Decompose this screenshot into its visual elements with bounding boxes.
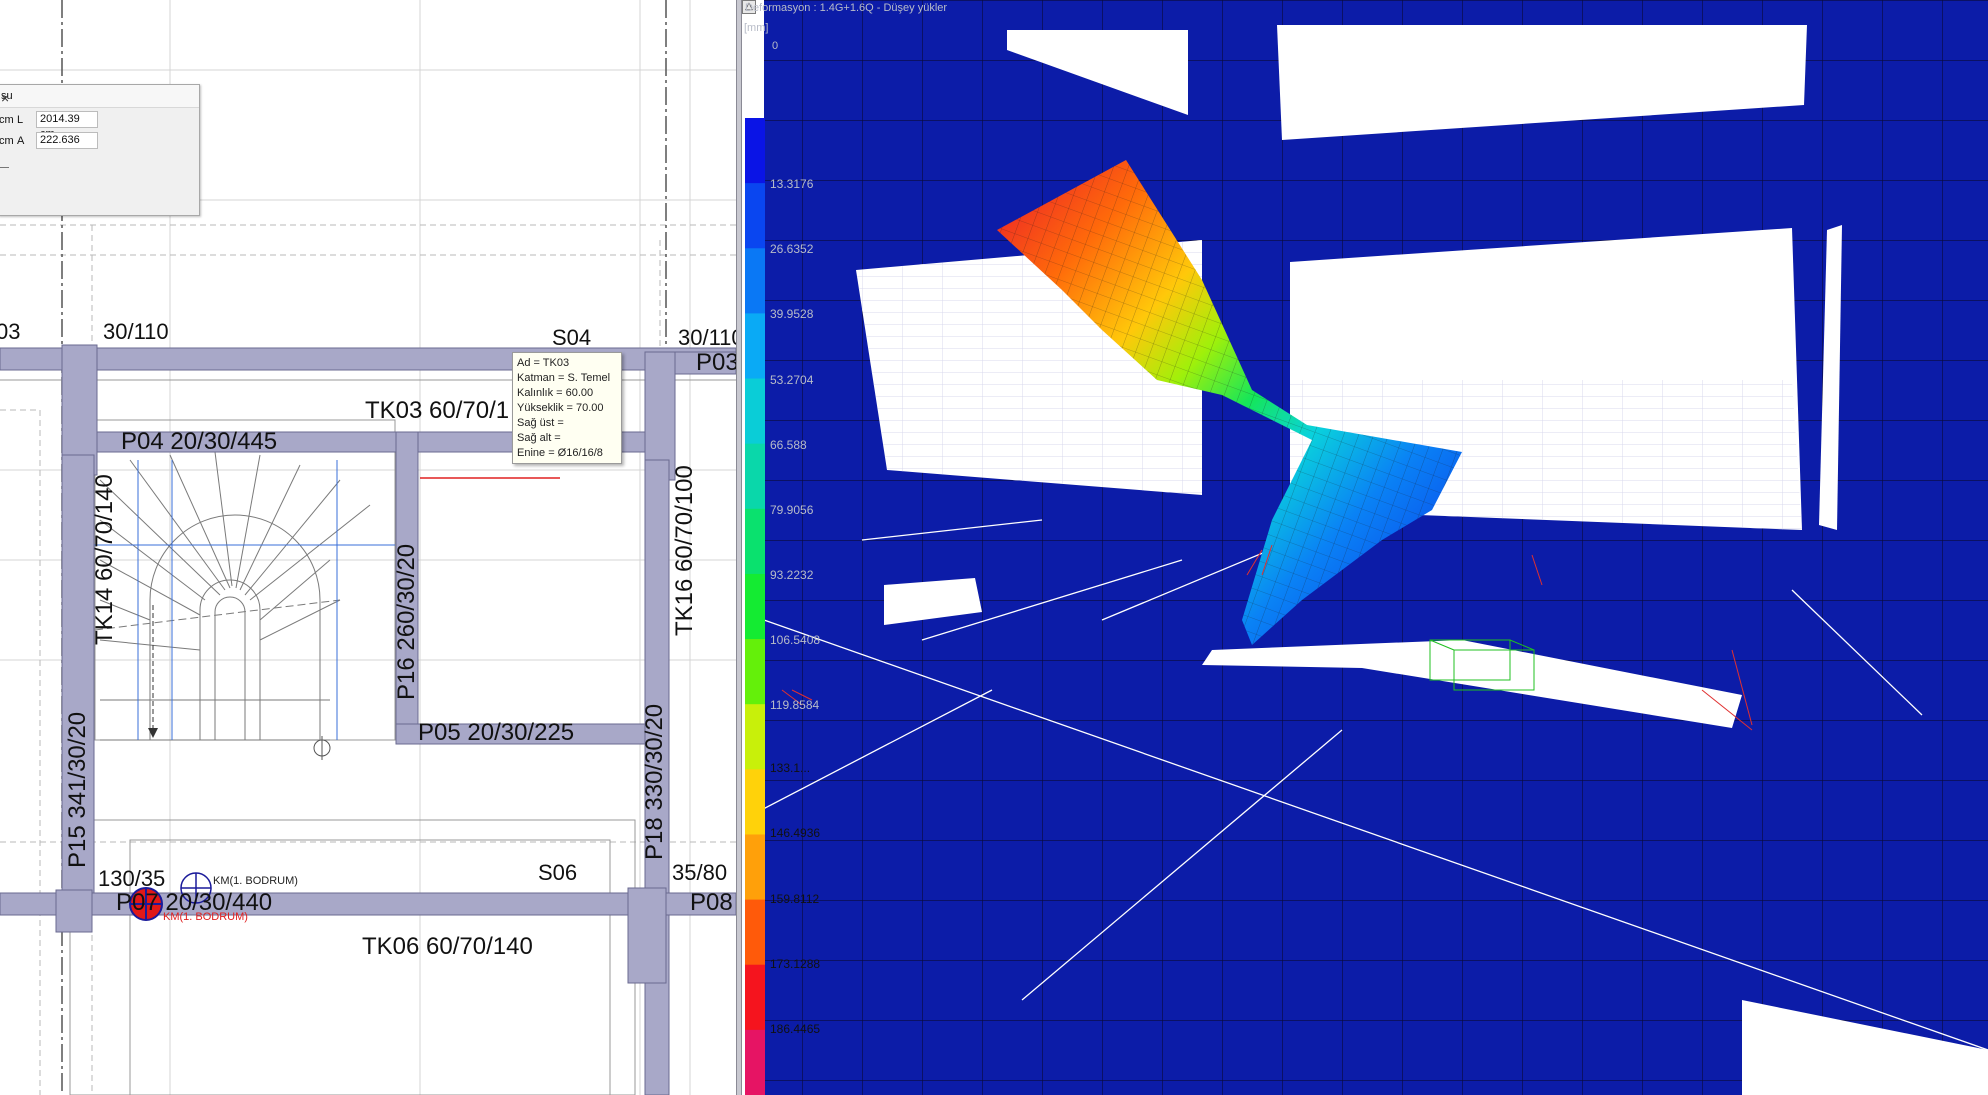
element-tooltip: Ad = TK03 Katman = S. Temel Kalınlık = 6…: [512, 352, 622, 464]
legend-value: 159.8112: [770, 891, 820, 906]
legend-swatch: [745, 769, 765, 835]
legend-value: 173.1288: [770, 956, 821, 971]
legend-value: 39.9528: [770, 307, 814, 322]
beam-label: P04 20/30/445: [121, 428, 277, 455]
legend-value: 146.4936: [770, 826, 821, 841]
tooltip-line: Yükseklik = 70.00: [517, 402, 604, 414]
vertical-beam-label: P18 330/30/20: [641, 704, 668, 860]
measure-row: cm A 222.636: [0, 132, 199, 150]
slab-label: S04: [552, 325, 591, 350]
legend-swatch: [745, 118, 765, 184]
length-field[interactable]: 2014.39 cm: [36, 111, 98, 140]
close-icon[interactable]: ×: [1, 90, 195, 106]
vertical-beam-label: P16 260/30/20: [393, 544, 420, 700]
legend-swatch: [745, 313, 765, 380]
view-title: Deformasyon : 1.4G+1.6Q - Düşey yükler: [745, 2, 948, 14]
angle-field[interactable]: 222.636: [36, 132, 98, 149]
measure-divider: [0, 167, 9, 168]
beam-label: P05 20/30/225: [418, 719, 574, 746]
plan-beams[interactable]: [0, 344, 736, 1095]
tooltip-line: Katman = S. Temel: [517, 372, 611, 384]
elevation-label: KM(1. BODRUM): [163, 911, 248, 923]
measure-unit: cm: [0, 135, 14, 147]
legend-swatch: [745, 1029, 765, 1095]
legend-swatch: [745, 378, 765, 445]
beam-label: TK06 60/70/140: [362, 933, 533, 960]
tooltip-line: Ad = TK03: [517, 357, 570, 369]
legend-value: 93.2232: [770, 567, 814, 582]
measure-panel[interactable]: su × cm L 2014.39 cm cm A 222.636: [0, 84, 200, 216]
legend-swatch: [745, 508, 765, 575]
legend-value: 119.8584: [770, 698, 820, 713]
legend-swatch: [745, 639, 765, 705]
dim-label: 30/110: [103, 319, 169, 344]
legend-value: 26.6352: [770, 242, 814, 257]
measure-row: cm L 2014.39 cm: [0, 111, 199, 140]
legend-swatch: [745, 183, 765, 249]
legend-unit: [mm]: [744, 22, 769, 34]
legend-swatch: [745, 899, 765, 966]
measure-panel-titlebar[interactable]: su ×: [0, 85, 199, 108]
dim-label: 130/35: [98, 866, 165, 891]
tooltip-line: Sağ alt =: [517, 432, 561, 444]
legend-value: 186.4465: [770, 1021, 821, 1036]
plan-view[interactable]: 03 30/110 S04 30/110 P03 TK03 60/70/1 P0…: [0, 0, 736, 1095]
measure-key: L: [17, 114, 24, 126]
legend-color-bar: [745, 118, 765, 1095]
staircase-blue-lines: [80, 460, 395, 740]
legend-swatch: [745, 573, 765, 640]
legend-start-value: 0: [772, 40, 779, 52]
legend-swatch: [745, 443, 765, 510]
legend-swatch: [745, 704, 765, 770]
legend-swatch: [745, 834, 765, 901]
dim-label: 30/110: [678, 325, 736, 350]
legend-value: 106.5408: [770, 633, 821, 648]
legend-value: 66.588: [770, 437, 807, 452]
beam-label: P03: [696, 349, 736, 376]
deformation-3d-view[interactable]: △ Deformasyon : 1.4G+1.6Q - Düşey yükler…: [742, 0, 1988, 1095]
elevation-label: KM(1. BODRUM): [213, 875, 298, 887]
stair-arrow: [148, 605, 331, 760]
legend-value: 79.9056: [770, 502, 814, 517]
beam-label: P08: [690, 889, 733, 916]
slab-label: S06: [538, 860, 577, 885]
vertical-beam-label: TK14 60/70/140: [91, 474, 118, 645]
tooltip-line: Enine = Ø16/16/8: [517, 447, 603, 459]
vertical-beam-label: P15 341/30/20: [64, 712, 91, 868]
legend-value: 53.2704: [770, 372, 814, 387]
dim-label: 03: [0, 319, 20, 344]
model-3d-canvas[interactable]: [742, 0, 1988, 1095]
measure-key: A: [17, 135, 25, 147]
vertical-beam-label: TK16 60/70/100: [671, 465, 698, 636]
legend-swatch: [745, 964, 765, 1031]
legend-value: 133.1...: [770, 761, 811, 776]
measure-unit: cm: [0, 114, 14, 126]
tooltip-line: Sağ üst =: [517, 417, 564, 429]
dim-label: 35/80: [672, 860, 727, 885]
beam-label: TK03 60/70/1: [365, 397, 509, 424]
staircase: [94, 451, 371, 741]
legend-value: 13.3176: [770, 177, 814, 192]
tooltip-line: Kalınlık = 60.00: [517, 387, 594, 399]
legend-swatch: [745, 248, 765, 314]
